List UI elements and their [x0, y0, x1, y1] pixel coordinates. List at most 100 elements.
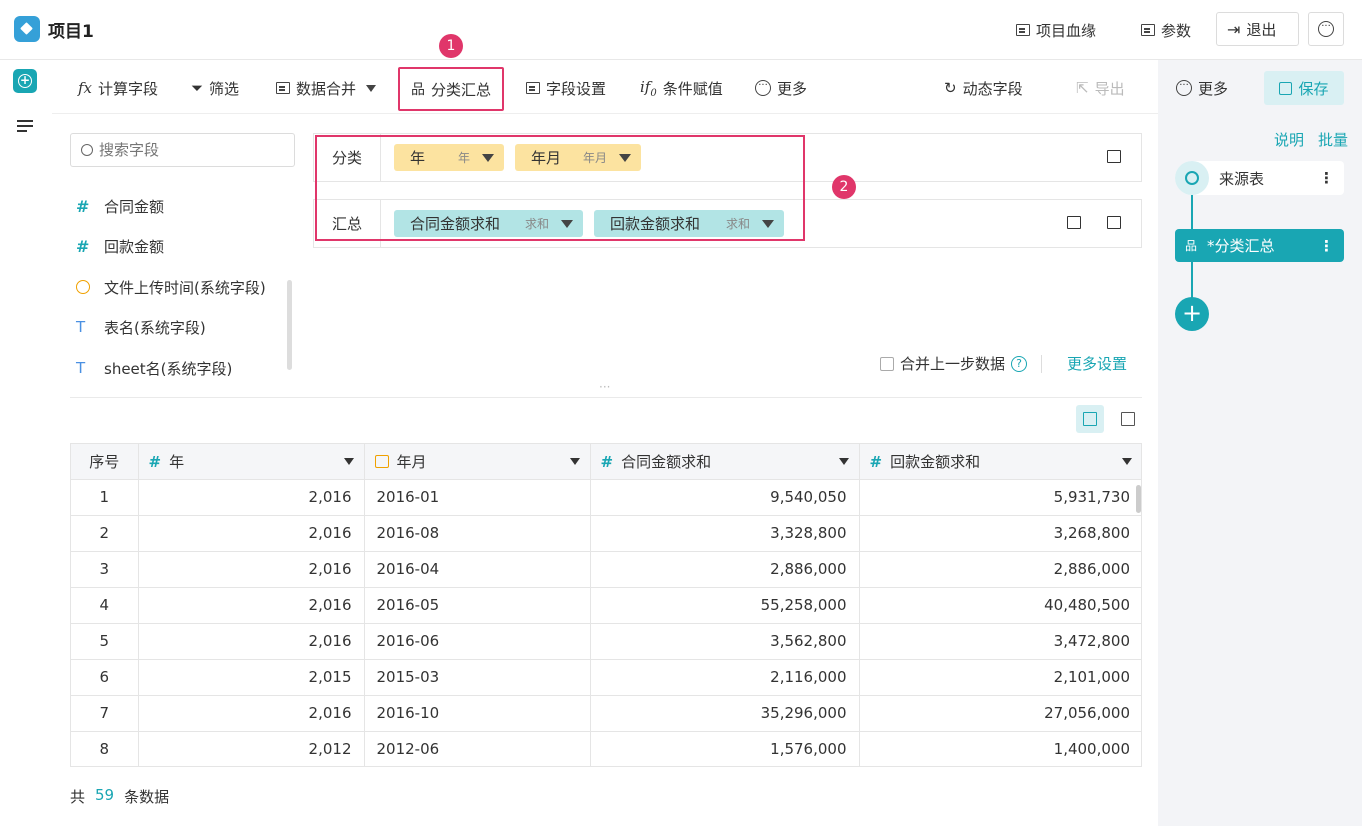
more-circle-icon: ···: [755, 80, 771, 96]
source-node-label: 来源表: [1219, 169, 1265, 188]
exit-icon: ⇥: [1227, 19, 1241, 39]
table-scrollbar[interactable]: [1136, 485, 1141, 513]
conditional-assign-button[interactable]: if0 条件赋值: [640, 74, 723, 102]
list-view-button[interactable]: [1076, 405, 1104, 433]
number-field-icon: #: [600, 452, 614, 471]
field-item-payment-amount[interactable]: # 回款金额: [76, 235, 164, 257]
field-list-scrollbar[interactable]: [287, 280, 292, 370]
more-settings-link[interactable]: 更多设置: [1067, 353, 1127, 374]
batch-link[interactable]: 批量: [1318, 129, 1348, 150]
table-cell: 4: [71, 587, 139, 624]
table-cell: 2,016: [138, 587, 365, 624]
column-header-contract-sum[interactable]: # 合同金额求和: [590, 444, 860, 480]
add-step-button[interactable]: +: [1175, 297, 1209, 331]
clear-group-icon[interactable]: [1107, 150, 1121, 163]
table-cell: 1,576,000: [590, 731, 860, 766]
summary-node-label: *分类汇总: [1207, 237, 1275, 255]
lineage-label: 项目血缘: [1036, 21, 1097, 40]
table-cell: 2,016: [138, 515, 365, 552]
merge-prev-label: 合并上一步数据: [900, 355, 1006, 373]
step-badge-1: 1: [439, 34, 463, 58]
field-settings-icon: [526, 82, 540, 94]
field-search-box[interactable]: [70, 133, 295, 167]
count-value: 59: [95, 786, 115, 804]
merge-prev-option[interactable]: 合并上一步数据 ?: [880, 353, 1043, 374]
field-item-table-name[interactable]: T 表名(系统字段): [76, 316, 206, 338]
data-merge-button[interactable]: 数据合并: [276, 74, 377, 102]
plus-circle-icon: +: [18, 73, 32, 88]
group-summary-button[interactable]: 品 分类汇总: [398, 67, 504, 111]
lineage-button[interactable]: 项目血缘: [1016, 14, 1096, 46]
column-header-payment-sum[interactable]: # 回款金额求和: [859, 444, 1141, 480]
flow-node-source[interactable]: 来源表 ⋮: [1175, 161, 1344, 195]
filter-button[interactable]: ⏷ 筛选: [191, 74, 239, 102]
table-cell: 3,268,800: [859, 515, 1141, 552]
table-cell: 3,562,800: [590, 623, 860, 660]
table-cell: 1,400,000: [859, 731, 1141, 766]
table-row[interactable]: 1 2,016 2016-01 9,540,050 5,931,730: [71, 479, 1141, 516]
params-button[interactable]: 参数: [1141, 14, 1191, 46]
more-tools-label: 更多: [777, 79, 808, 98]
search-input[interactable]: [99, 141, 279, 159]
table-cell: 2,886,000: [859, 551, 1141, 588]
grid-view-button[interactable]: [1114, 405, 1142, 433]
table-header-row: 序号 # 年 年月 # 合同金额求和 # 回款金额求和: [71, 444, 1141, 480]
table-cell: 55,258,000: [590, 587, 860, 624]
table-row[interactable]: 5 2,016 2016-06 3,562,800 3,472,800: [71, 623, 1141, 660]
table-cell: 2,012: [138, 731, 365, 766]
more-tools-button[interactable]: ··· 更多: [755, 74, 807, 102]
kebab-menu-icon[interactable]: ⋮: [1319, 237, 1334, 255]
flow-node-summary[interactable]: 品 *分类汇总 ⋮: [1175, 229, 1344, 262]
if-icon: if0: [640, 77, 657, 99]
rail-add-button[interactable]: +: [13, 69, 37, 93]
table-row[interactable]: 7 2,016 2016-10 35,296,000 27,056,000: [71, 695, 1141, 732]
toolbar-divider: [52, 113, 1158, 114]
kebab-menu-icon[interactable]: ⋮: [1319, 169, 1334, 187]
clear-summary-icon[interactable]: [1107, 216, 1121, 229]
exit-button[interactable]: ⇥ 退出: [1216, 12, 1299, 46]
field-item-label: 回款金额: [104, 237, 165, 256]
export-button[interactable]: ⇱ 导出: [1076, 74, 1125, 102]
chevron-down-icon: [366, 84, 377, 92]
filter-clear-icon[interactable]: [1067, 216, 1081, 229]
number-field-icon: #: [76, 196, 90, 216]
chevron-down-icon[interactable]: [569, 458, 580, 465]
merge-prev-checkbox[interactable]: [880, 356, 894, 371]
more-actions-button[interactable]: ··· 更多: [1176, 74, 1228, 102]
group-summary-label: 分类汇总: [430, 80, 491, 99]
refresh-icon: ↻: [944, 79, 957, 97]
chevron-down-icon[interactable]: [343, 458, 354, 465]
dynamic-field-button[interactable]: ↻ 动态字段: [944, 74, 1023, 102]
field-item-sheet-name[interactable]: T sheet名(系统字段): [76, 357, 232, 379]
field-item-label: 合同金额: [104, 197, 165, 216]
table-row[interactable]: 3 2,016 2016-04 2,886,000 2,886,000: [71, 551, 1141, 588]
more-options-button[interactable]: ···: [1308, 12, 1344, 46]
save-button[interactable]: 保存: [1264, 71, 1344, 105]
number-field-icon: #: [148, 452, 162, 471]
header-label: 合同金额求和: [621, 452, 712, 471]
conditional-label: 条件赋值: [662, 79, 723, 98]
dynamic-field-label: 动态字段: [962, 79, 1023, 98]
table-row[interactable]: 4 2,016 2016-05 55,258,000 40,480,500: [71, 587, 1141, 624]
list-view-icon: [1083, 412, 1097, 426]
table-cell: 2,886,000: [590, 551, 860, 588]
help-icon[interactable]: ?: [1011, 355, 1028, 372]
field-item-contract-amount[interactable]: # 合同金额: [76, 195, 164, 217]
table-cell: 6: [71, 659, 139, 696]
calc-field-button[interactable]: fx 计算字段: [78, 74, 158, 102]
field-settings-button[interactable]: 字段设置: [526, 74, 606, 102]
table-row[interactable]: 2 2,016 2016-08 3,328,800 3,268,800: [71, 515, 1141, 552]
table-cell: 2,016: [138, 695, 365, 732]
table-row[interactable]: 6 2,015 2015-03 2,116,000 2,101,000: [71, 659, 1141, 696]
exit-label: 退出: [1246, 20, 1277, 39]
resize-handle-icon[interactable]: ···: [599, 380, 610, 394]
table-row[interactable]: 8 2,012 2012-06 1,576,000 1,400,000: [71, 731, 1141, 766]
explain-link[interactable]: 说明: [1274, 129, 1304, 150]
field-item-upload-time[interactable]: 文件上传时间(系统字段): [76, 276, 266, 298]
list-icon[interactable]: [17, 120, 33, 135]
column-header-year[interactable]: # 年: [138, 444, 365, 480]
chevron-down-icon[interactable]: [1122, 458, 1132, 465]
table-cell: 3: [71, 551, 139, 588]
column-header-yearmonth[interactable]: 年月: [364, 444, 591, 480]
chevron-down-icon[interactable]: [838, 458, 849, 465]
